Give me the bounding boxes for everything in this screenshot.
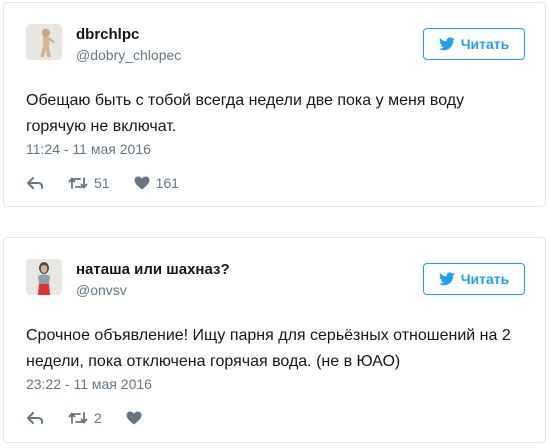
tweet-card: dbrchlpc @dobry_chlopec Читать Обещаю бы…	[3, 2, 546, 207]
retweet-icon	[68, 176, 88, 190]
heart-icon	[126, 411, 142, 425]
retweet-count: 2	[94, 410, 102, 426]
user-handle[interactable]: @onvsv	[76, 282, 127, 298]
like-count: 161	[155, 175, 179, 191]
tweet-timestamp[interactable]: 23:22 - 11 мая 2016	[26, 376, 152, 392]
follow-button[interactable]: Читать	[423, 28, 525, 60]
heart-icon	[134, 176, 150, 190]
reply-button[interactable]	[26, 176, 44, 190]
retweet-count: 51	[94, 175, 110, 191]
like-button[interactable]	[126, 411, 148, 425]
follow-button[interactable]: Читать	[423, 263, 525, 295]
like-button[interactable]: 161	[134, 175, 179, 191]
avatar[interactable]	[26, 259, 62, 295]
reply-icon	[26, 411, 44, 425]
avatar[interactable]	[26, 24, 62, 60]
retweet-icon	[68, 411, 88, 425]
follow-label: Читать	[460, 271, 510, 287]
tweet-text: Обещаю быть с тобой всегда недели две по…	[26, 92, 465, 135]
follow-label: Читать	[460, 36, 510, 52]
tweet-text: Срочное объявление! Ищу парня для серьёз…	[26, 327, 511, 370]
twitter-bird-icon	[438, 272, 455, 286]
retweet-button[interactable]: 51	[68, 175, 110, 191]
tweet-timestamp[interactable]: 11:24 - 11 мая 2016	[26, 141, 151, 157]
user-handle[interactable]: @dobry_chlopec	[76, 47, 181, 63]
tweet-actions: 2	[26, 408, 172, 428]
tweet-actions: 51 161	[26, 173, 203, 193]
display-name[interactable]: dbrchlpc	[76, 26, 139, 43]
display-name[interactable]: наташа или шахназ?	[76, 261, 230, 278]
reply-icon	[26, 176, 44, 190]
reply-button[interactable]	[26, 411, 44, 425]
retweet-button[interactable]: 2	[68, 410, 102, 426]
twitter-bird-icon	[438, 37, 455, 51]
tweet-card: наташа или шахназ? @onvsv Читать Срочное…	[3, 237, 546, 443]
